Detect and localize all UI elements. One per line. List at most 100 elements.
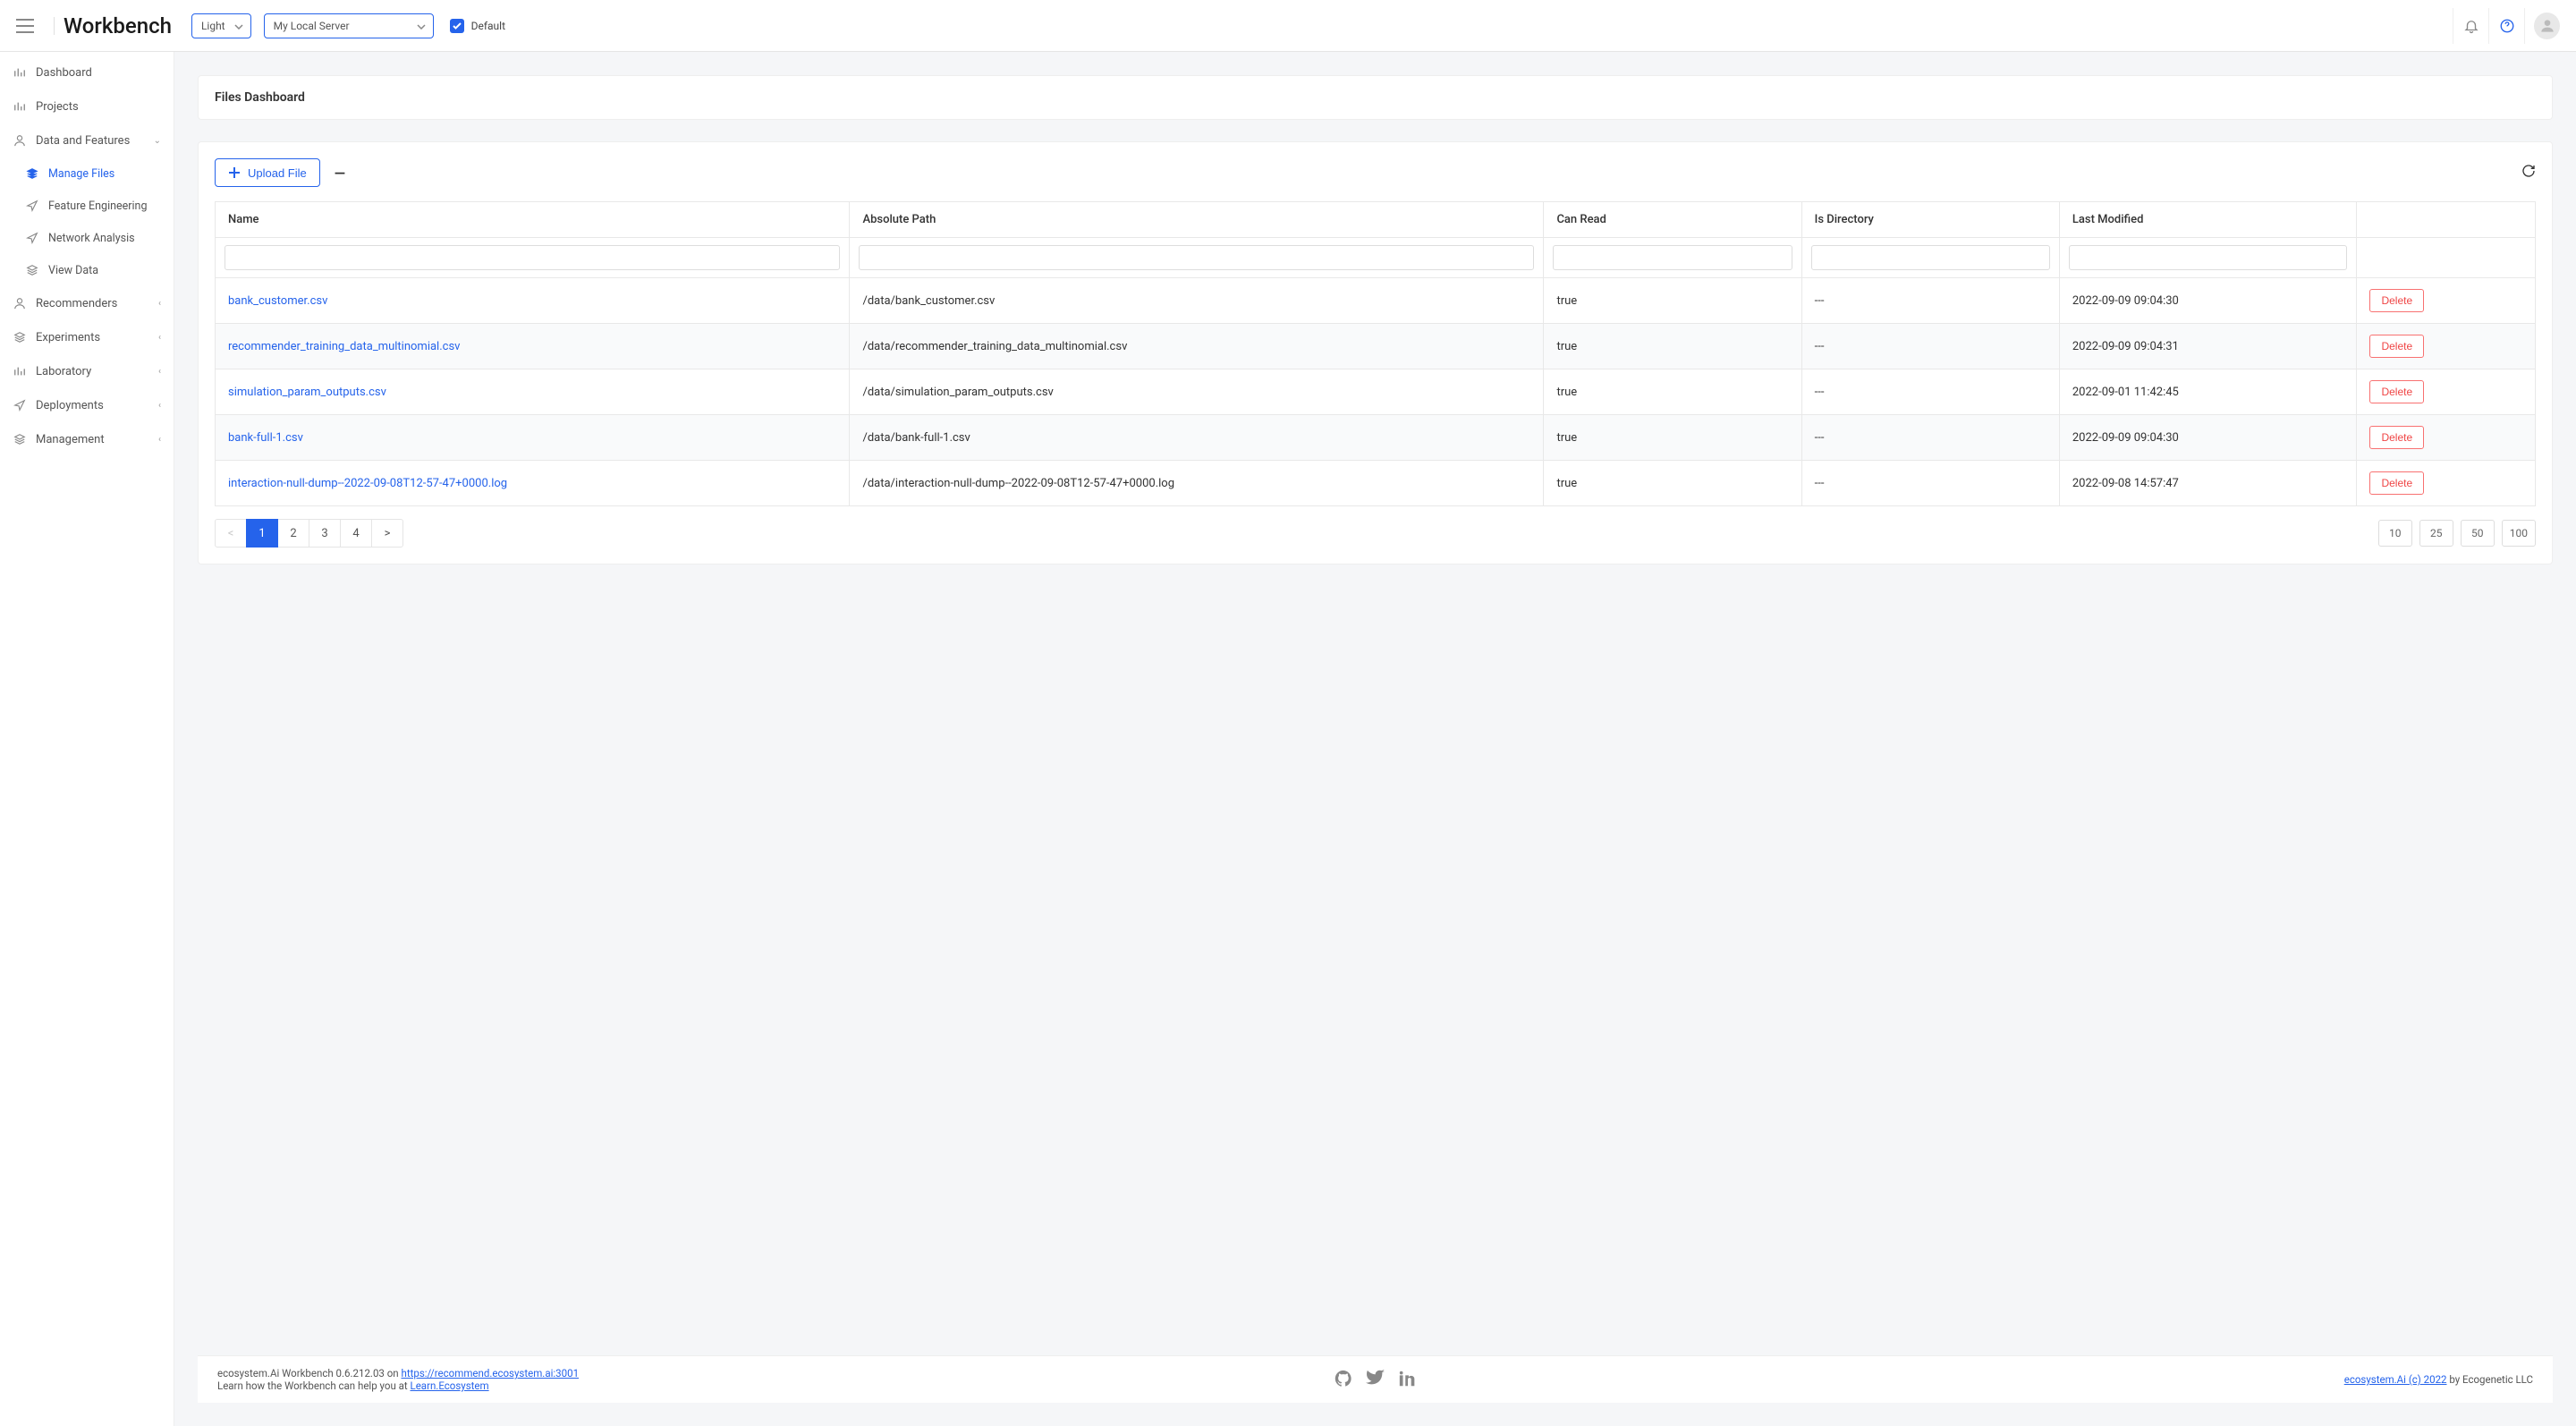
default-checkbox-wrap: Default [450, 19, 505, 33]
chevron-down-icon [417, 20, 426, 32]
server-select[interactable]: My Local Server [264, 13, 434, 38]
file-is-dir: --- [1801, 278, 2059, 324]
footer-right: ecosystem.Ai (c) 2022 by Ecogenetic LLC [2344, 1373, 2533, 1386]
col-can-read[interactable]: Can Read [1544, 202, 1801, 238]
page-4[interactable]: 4 [340, 519, 372, 547]
bars-icon [13, 365, 27, 378]
linkedin-link[interactable] [1398, 1369, 1418, 1391]
send-icon [13, 399, 27, 412]
page-size-50[interactable]: 50 [2461, 520, 2495, 547]
file-modified: 2022-09-09 09:04:30 [2059, 415, 2357, 461]
delete-button[interactable]: Delete [2369, 380, 2424, 403]
sidebar-item-experiments[interactable]: Experiments‹ [0, 320, 174, 354]
twitter-icon [1366, 1369, 1385, 1388]
col-last-modified[interactable]: Last Modified [2059, 202, 2357, 238]
chevron-left-icon: ‹ [158, 333, 161, 343]
github-icon [1334, 1369, 1353, 1388]
footer-server-link[interactable]: https://recommend.ecosystem.ai:3001 [402, 1367, 580, 1379]
theme-select-value: Light [201, 20, 225, 32]
page-3[interactable]: 3 [309, 519, 341, 547]
notifications-button[interactable] [2453, 8, 2488, 44]
sidebar-item-deployments[interactable]: Deployments‹ [0, 388, 174, 422]
main-content: Files Dashboard Upload File — Name Absol… [174, 52, 2576, 1426]
nav-label: Feature Engineering [48, 199, 147, 213]
file-is-dir: --- [1801, 324, 2059, 369]
page-1[interactable]: 1 [246, 519, 278, 547]
app-brand: Workbench [64, 13, 172, 38]
default-checkbox[interactable] [450, 19, 464, 33]
page-prev[interactable]: < [215, 519, 247, 547]
delete-button[interactable]: Delete [2369, 471, 2424, 495]
sidebar-item-projects[interactable]: Projects [0, 89, 174, 123]
footer-copyright-link[interactable]: ecosystem.Ai (c) 2022 [2344, 1373, 2447, 1386]
footer-learn-link[interactable]: Learn.Ecosystem [411, 1379, 489, 1392]
chevron-left-icon: ‹ [158, 401, 161, 411]
file-name-link[interactable]: simulation_param_outputs.csv [228, 386, 386, 399]
nav-label: Network Analysis [48, 232, 135, 245]
sidebar-item-dashboard[interactable]: Dashboard [0, 55, 174, 89]
send-icon [25, 199, 39, 212]
page-size-10[interactable]: 10 [2378, 520, 2412, 547]
file-name-link[interactable]: bank_customer.csv [228, 294, 327, 308]
sidebar-item-laboratory[interactable]: Laboratory‹ [0, 354, 174, 388]
refresh-icon [2521, 164, 2536, 178]
delete-button[interactable]: Delete [2369, 335, 2424, 358]
nav-label: Manage Files [48, 167, 114, 181]
col-name[interactable]: Name [216, 202, 850, 238]
file-modified: 2022-09-09 09:04:30 [2059, 278, 2357, 324]
github-link[interactable] [1334, 1369, 1353, 1391]
chevron-left-icon: ‹ [158, 299, 161, 309]
page-size-100[interactable]: 100 [2502, 520, 2536, 547]
nav-label: Laboratory [36, 365, 91, 378]
col-is-directory[interactable]: Is Directory [1801, 202, 2059, 238]
file-name-link[interactable]: interaction-null-dump--2022-09-08T12-57-… [228, 477, 507, 490]
page-next[interactable]: > [371, 519, 403, 547]
sidebar-item-management[interactable]: Management‹ [0, 422, 174, 456]
file-path: /data/bank-full-1.csv [850, 415, 1544, 461]
footer-social [1334, 1369, 1418, 1391]
toolbar: Upload File — [215, 158, 2536, 187]
sidebar-item-data-and-features[interactable]: Data and Features⌄ [0, 123, 174, 157]
filter-is-directory[interactable] [1811, 245, 2050, 270]
page-2[interactable]: 2 [277, 519, 309, 547]
sidebar-item-recommenders[interactable]: Recommenders‹ [0, 286, 174, 320]
layers-icon [25, 167, 39, 180]
sidebar-item-view-data[interactable]: View Data [13, 254, 174, 286]
table-row: interaction-null-dump--2022-09-08T12-57-… [216, 461, 2536, 506]
table-row: bank-full-1.csv/data/bank-full-1.csvtrue… [216, 415, 2536, 461]
file-name-link[interactable]: bank-full-1.csv [228, 431, 303, 445]
filter-name[interactable] [225, 245, 840, 270]
user-menu[interactable] [2524, 8, 2560, 44]
upload-file-button[interactable]: Upload File [215, 158, 320, 187]
file-can-read: true [1544, 324, 1801, 369]
filter-modified[interactable] [2069, 245, 2348, 270]
pagination: <1234> [215, 519, 403, 547]
file-name-link[interactable]: recommender_training_data_multinomial.cs… [228, 340, 460, 353]
file-path: /data/interaction-null-dump--2022-09-08T… [850, 461, 1544, 506]
bars-icon [13, 66, 27, 79]
divider [54, 17, 55, 35]
layout: DashboardProjectsData and Features⌄ Manag… [0, 52, 2576, 1426]
refresh-button[interactable] [2521, 164, 2536, 182]
theme-select[interactable]: Light [191, 13, 251, 38]
col-path[interactable]: Absolute Path [850, 202, 1544, 238]
twitter-link[interactable] [1366, 1369, 1385, 1391]
footer-version-text: ecosystem.Ai Workbench 0.6.212.03 on [217, 1367, 402, 1379]
files-table: Name Absolute Path Can Read Is Directory… [215, 201, 2536, 506]
chevron-left-icon: ‹ [158, 435, 161, 445]
footer-company-text: by Ecogenetic LLC [2447, 1373, 2534, 1386]
collapse-icon[interactable]: — [335, 165, 345, 182]
file-modified: 2022-09-01 11:42:45 [2059, 369, 2357, 415]
menu-toggle[interactable] [16, 19, 34, 33]
page-size-25[interactable]: 25 [2419, 520, 2453, 547]
delete-button[interactable]: Delete [2369, 289, 2424, 312]
sidebar-item-feature-engineering[interactable]: Feature Engineering [13, 190, 174, 222]
sidebar-item-manage-files[interactable]: Manage Files [13, 157, 174, 190]
file-is-dir: --- [1801, 461, 2059, 506]
filter-path[interactable] [859, 245, 1534, 270]
filter-can-read[interactable] [1553, 245, 1792, 270]
sidebar-item-network-analysis[interactable]: Network Analysis [13, 222, 174, 254]
delete-button[interactable]: Delete [2369, 426, 2424, 449]
send-icon [25, 232, 39, 244]
help-button[interactable] [2488, 8, 2524, 44]
